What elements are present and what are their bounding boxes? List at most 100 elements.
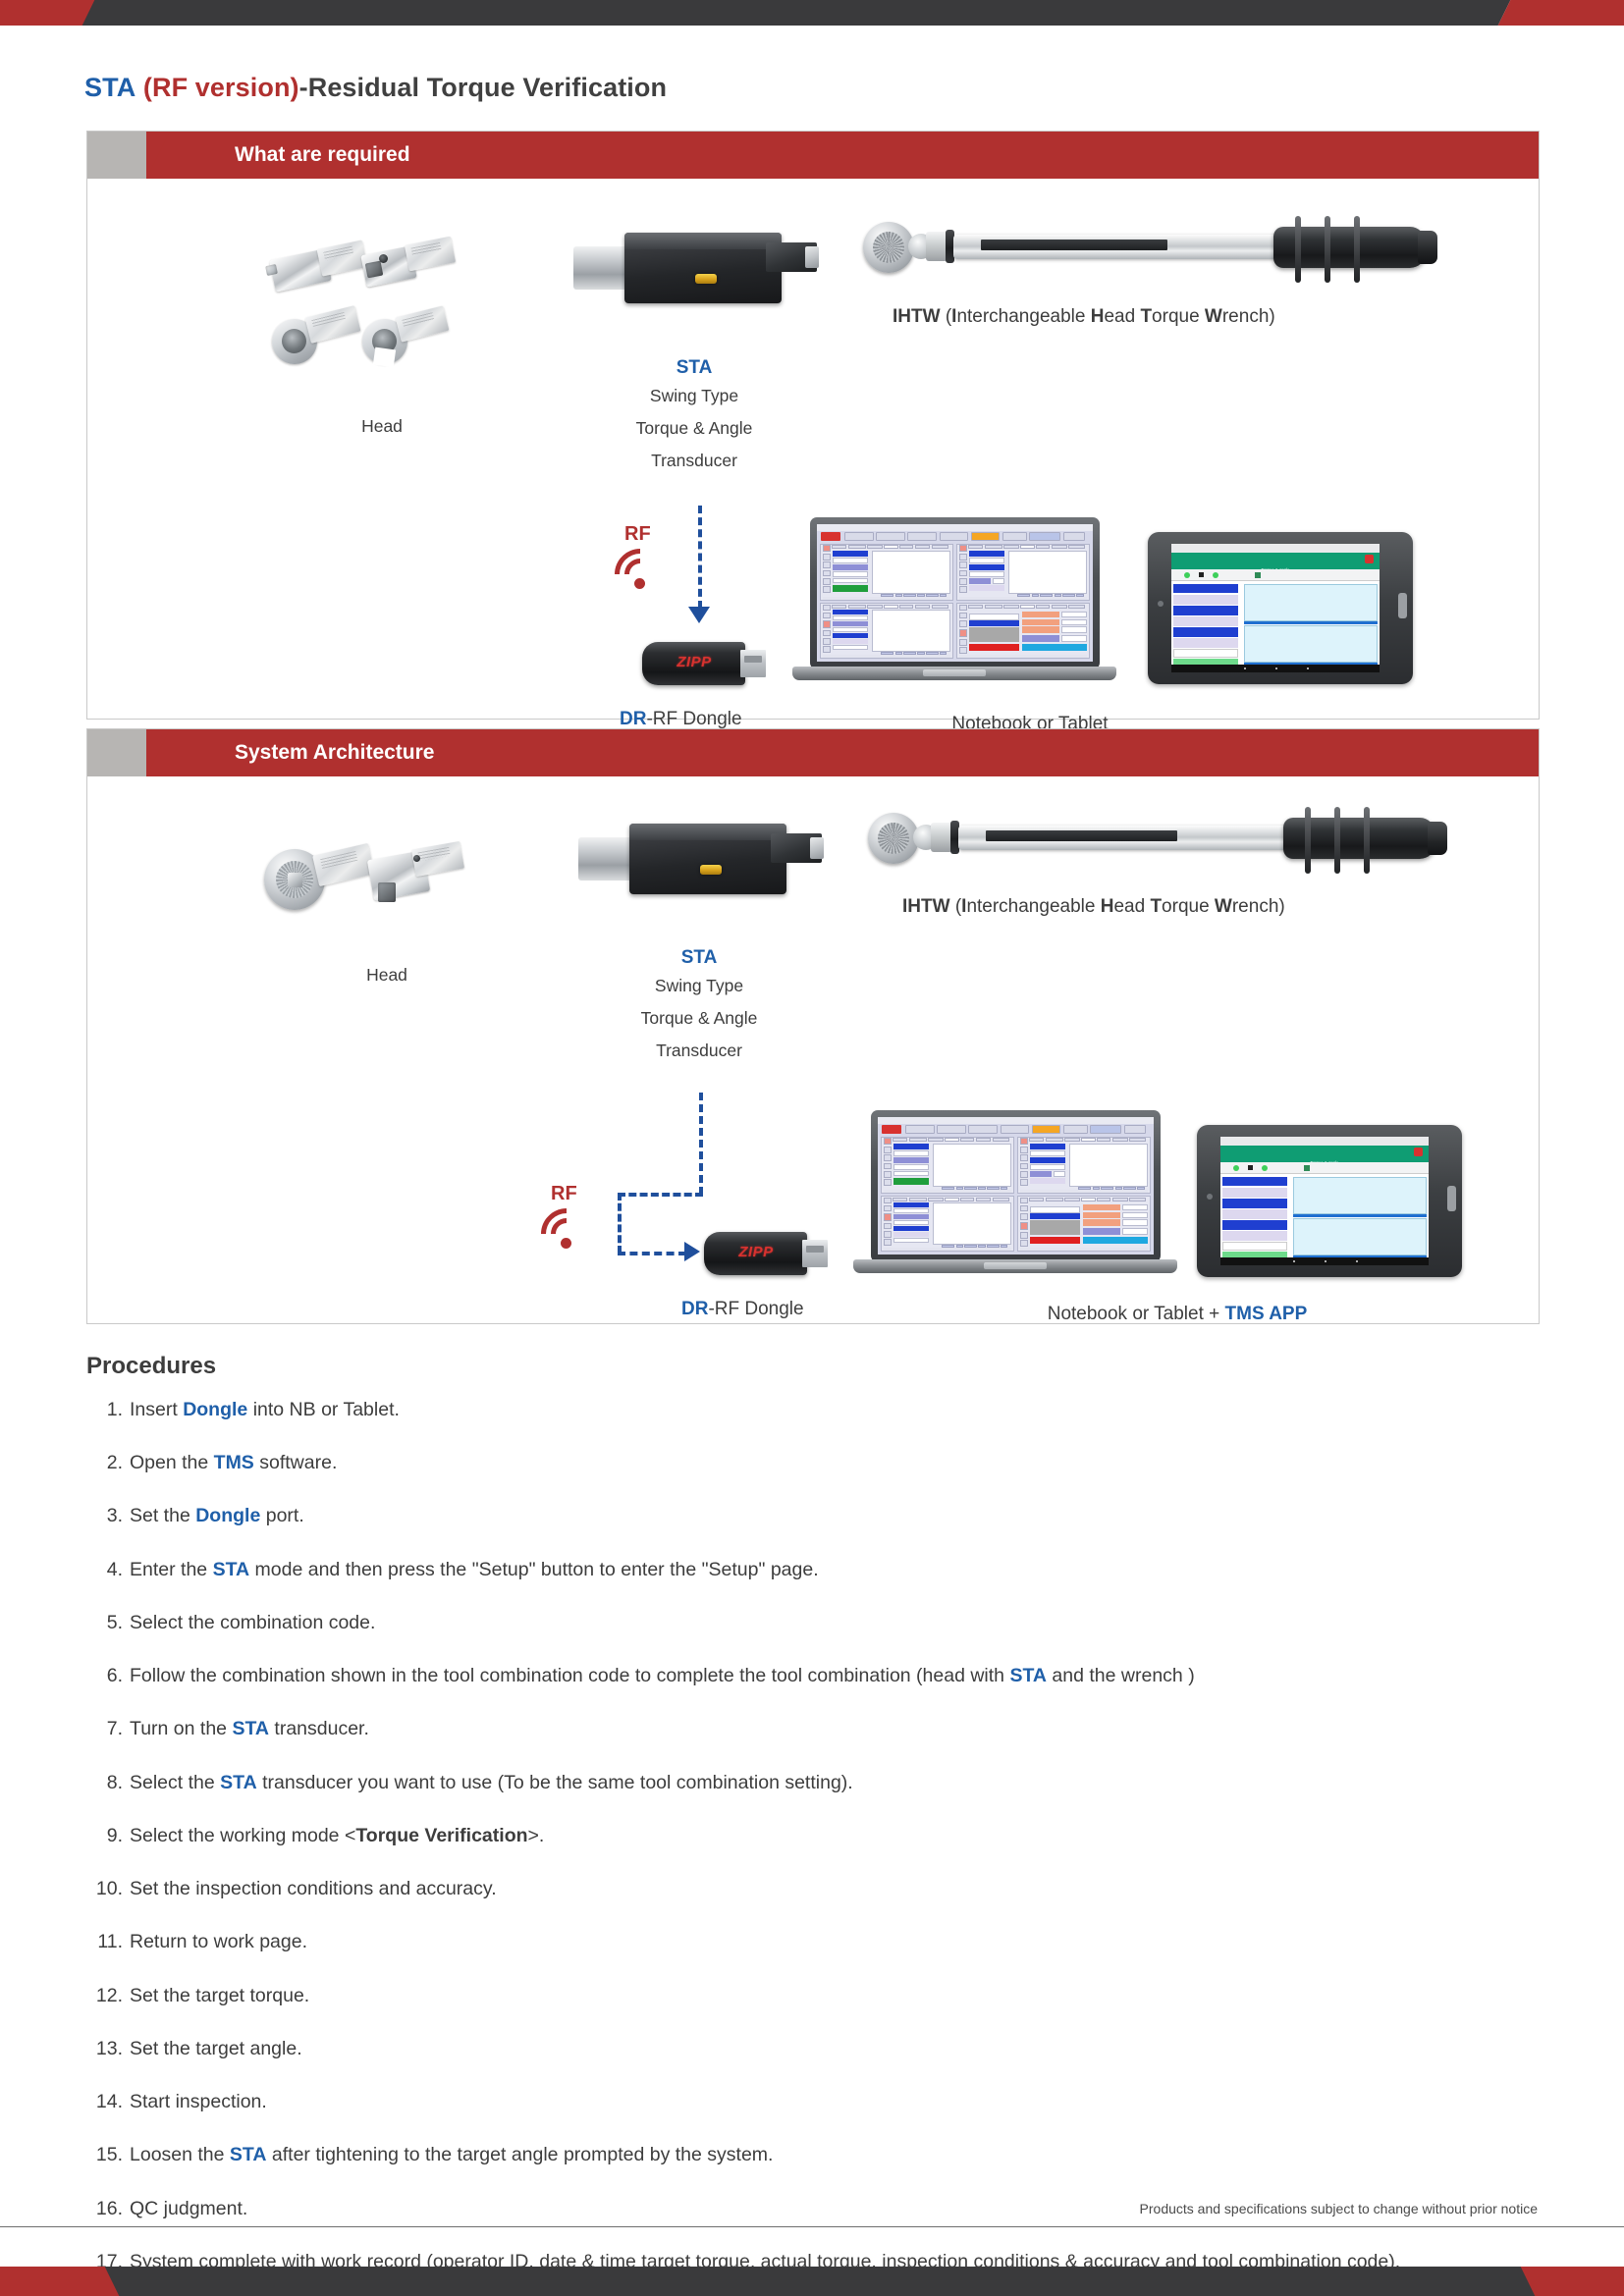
procedure-item: 6. Follow the combination shown in the to…: [86, 1664, 1540, 1689]
bottom-decoration-bar: [0, 2267, 1624, 2296]
arch-connector-horizontal: [618, 1193, 703, 1197]
tms2-quadrant-2: [1016, 1136, 1152, 1195]
ihtw-h-rest: ead: [1104, 306, 1141, 327]
ihtw-h-2: H: [1100, 896, 1114, 917]
procedure-number: 15.: [95, 2144, 123, 2166]
tms-logo-2: [882, 1125, 901, 1135]
procedure-text: Turn on the STA transducer.: [130, 1718, 369, 1740]
sta-desc-2-line1: Swing Type: [654, 976, 744, 995]
procedure-text: Select the STA transducer you want to us…: [130, 1771, 853, 1793]
dongle-brand-text-2: ZIPP: [738, 1244, 774, 1260]
procedure-number: 9.: [106, 1824, 123, 1846]
tms2-quadrant-3: [880, 1195, 1015, 1253]
ihtw-t-rest: orque: [1152, 306, 1205, 327]
ihtw-t-rest-2: orque: [1162, 896, 1215, 917]
procedure-item: 14. Start inspection.: [86, 2090, 1540, 2115]
tablet-image-2: Torque & angle: [1197, 1125, 1462, 1277]
ihtw-i-rest-2: nterchangeable: [966, 896, 1101, 917]
ihtw-caption: IHTW (Interchangeable Head Torque Wrench…: [893, 304, 1275, 330]
procedure-number: 7.: [106, 1718, 123, 1740]
title-version: (RF version): [142, 73, 299, 102]
tablet-app-screen-2: Torque & angle: [1220, 1137, 1429, 1265]
dongle-brand-text: ZIPP: [677, 654, 712, 670]
sta-desc-line2: Torque & Angle: [635, 418, 753, 438]
procedure-text: Set the Dongle port.: [130, 1505, 304, 1527]
procedure-item: 13. Set the target angle.: [86, 2037, 1540, 2062]
top-decoration-bar: [0, 0, 1624, 26]
head-attachments-group: [264, 233, 460, 380]
procedure-item: 11. Return to work page.: [86, 1930, 1540, 1955]
arch-connector-vertical-2: [618, 1193, 622, 1254]
procedure-number: 4.: [106, 1558, 123, 1580]
procedure-text: Follow the combination shown in the tool…: [130, 1665, 1195, 1687]
dr-rf-dongle-image: ZIPP: [642, 640, 770, 691]
ihtw-i-rest: nterchangeable: [956, 306, 1091, 327]
procedure-number: 2.: [106, 1452, 123, 1474]
dr-rf-dongle-image-2: ZIPP: [704, 1230, 832, 1281]
tms-software-screen-2: [878, 1117, 1154, 1255]
procedure-number: 3.: [106, 1505, 123, 1527]
ihtw-w-rest: rench): [1221, 306, 1275, 327]
section-header-label-2: System Architecture: [235, 741, 435, 764]
procedure-text: Open the TMS software.: [130, 1452, 338, 1474]
head-label: Head: [361, 416, 403, 436]
sta-label: STA: [676, 357, 713, 378]
ihtw-wrench-image-2: [868, 801, 1457, 880]
rf-label-2: RF: [551, 1183, 577, 1204]
arch-connector-arrow: [684, 1242, 700, 1261]
tablet-app-screen: Torque & angle: [1171, 544, 1380, 672]
ihtw-wrench-image: [863, 210, 1452, 289]
sta-transducer-image-2: [578, 804, 824, 922]
procedure-item: 7. Turn on the STA transducer.: [86, 1717, 1540, 1742]
tms-logo: [821, 532, 840, 542]
tms-menu-bar: [844, 532, 1087, 542]
tablet-side-button[interactable]: [1398, 593, 1407, 618]
procedure-text: Loosen the STA after tightening to the t…: [130, 2144, 774, 2166]
sta-transducer-image: [573, 213, 819, 331]
head-label-2: Head: [366, 965, 407, 985]
tablet-record-icon-2: [1413, 1148, 1423, 1157]
sta-desc-2-line3: Transducer: [656, 1041, 742, 1060]
procedure-number: 10.: [95, 1878, 123, 1900]
notebook-image: [792, 517, 1116, 699]
procedure-number: 5.: [106, 1611, 123, 1633]
panel-system-architecture: System Architecture Head STA Swing Type …: [86, 728, 1540, 1324]
sta-label-2: STA: [680, 947, 718, 968]
dongle-label-rest: -RF Dongle: [646, 709, 742, 729]
tablet-side-button-2[interactable]: [1447, 1186, 1456, 1211]
procedure-item: 4. Enter the STA mode and then press the …: [86, 1558, 1540, 1583]
procedure-item: 5. Select the combination code.: [86, 1611, 1540, 1636]
title-rest: -Residual Torque Verification: [298, 73, 668, 102]
title-brand: STA: [84, 73, 136, 102]
panel-what-are-required: What are required Head STA Swing Type To…: [86, 131, 1540, 734]
ihtw-caption-2: IHTW (Interchangeable Head Torque Wrench…: [902, 894, 1285, 920]
procedure-number: 16.: [95, 2197, 123, 2219]
procedure-number: 13.: [95, 2037, 123, 2059]
procedure-text: Start inspection.: [130, 2091, 267, 2113]
procedure-item: 9. Select the working mode <Torque Verifi…: [86, 1824, 1540, 1849]
notebook-tablet-caption-2: Notebook or Tablet + TMS APP: [1048, 1302, 1308, 1327]
tablet-camera-icon: [1158, 601, 1164, 607]
datasheet-page: STA (RF version)-Residual Torque Verific…: [0, 0, 1624, 2296]
procedure-item: 12. Set the target torque.: [86, 1984, 1540, 2009]
panel-body-architecture: Head STA Swing Type Torque & Angle Trans…: [87, 776, 1539, 1324]
arch-connector-vertical: [699, 1093, 703, 1195]
tablet-record-icon: [1364, 555, 1374, 564]
procedure-item: 10. Set the inspection conditions and acc…: [86, 1877, 1540, 1902]
ihtw-t: T: [1140, 306, 1153, 327]
dongle-label-blue: DR: [620, 709, 647, 729]
procedure-number: 12.: [95, 1984, 123, 2006]
ihtw-h-rest-2: ead: [1113, 896, 1151, 917]
ihtw-t-2: T: [1150, 896, 1163, 917]
ihtw-w-rest-2: rench): [1231, 896, 1285, 917]
ihtw-w-2: W: [1214, 896, 1232, 917]
tms-software-screen: [817, 524, 1093, 662]
procedure-number: 1.: [106, 1399, 123, 1420]
procedures-heading: Procedures: [86, 1353, 217, 1379]
tms-menu-bar-2: [905, 1125, 1148, 1135]
procedure-number: 8.: [106, 1771, 123, 1793]
footer-note: Products and specifications subject to c…: [1139, 2201, 1538, 2216]
procedure-text: Set the target angle.: [130, 2037, 302, 2059]
tablet-camera-icon-2: [1207, 1194, 1213, 1200]
rf-label: RF: [624, 523, 651, 545]
